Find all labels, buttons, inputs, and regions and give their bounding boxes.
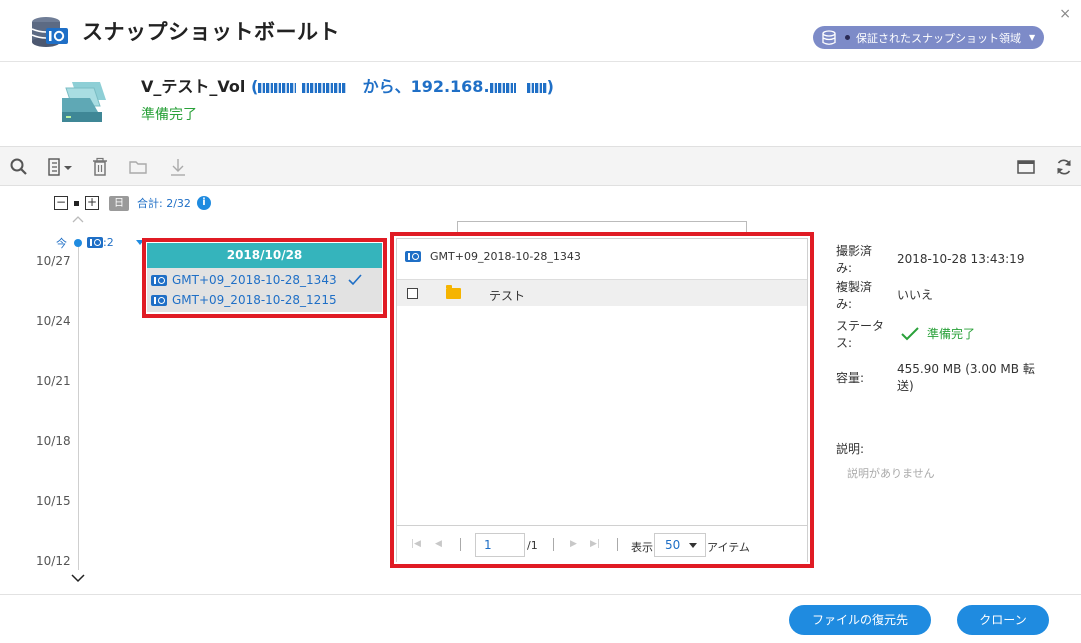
snapshot-total: 合計: 2/32 bbox=[137, 197, 191, 210]
snapshot-vault-app-icon bbox=[31, 17, 68, 47]
download-icon[interactable] bbox=[168, 157, 188, 177]
page-total: /1 bbox=[527, 539, 538, 552]
previous-page-icon[interactable]: ◀ bbox=[435, 539, 442, 549]
vault-selector-dropdown[interactable]: 保証されたスナップショット領域 ▼ bbox=[813, 26, 1044, 49]
info-icon[interactable]: i bbox=[196, 196, 211, 210]
page-number-input[interactable]: 1 bbox=[475, 533, 525, 557]
snapshot-item-label: GMT+09_2018-10-28_1215 bbox=[172, 293, 337, 307]
window-title: スナップショットボールト bbox=[82, 20, 340, 44]
first-page-icon[interactable]: |◀ bbox=[411, 539, 421, 549]
row-checkbox[interactable] bbox=[407, 288, 418, 299]
sort-menu-icon[interactable] bbox=[46, 157, 74, 177]
description-value: 説明がありません bbox=[847, 467, 935, 480]
pagination-bar: |◀ ◀ 1 /1 ▶ ▶| 表示 50 アイテム bbox=[397, 525, 807, 562]
snapshot-icon bbox=[151, 294, 167, 306]
trash-icon[interactable] bbox=[90, 157, 110, 177]
status-value: 準備完了 bbox=[901, 325, 975, 342]
status-dot bbox=[845, 35, 850, 40]
redacted-text bbox=[489, 82, 516, 93]
taken-value: 2018-10-28 13:43:19 bbox=[897, 252, 1025, 266]
divider bbox=[617, 538, 618, 551]
volume-title: V_テスト_Vol ( から、192.168. ) bbox=[141, 73, 554, 97]
divider bbox=[553, 538, 554, 551]
snapshot-item[interactable]: GMT+09_2018-10-28_1343 bbox=[151, 273, 337, 287]
vault-selector-label: 保証されたスナップショット領域 bbox=[856, 31, 1021, 45]
snapshot-item-label: GMT+09_2018-10-28_1343 bbox=[172, 273, 337, 287]
title-bar: スナップショットボールト × 保証されたスナップショット領域 ▼ bbox=[0, 0, 1081, 62]
timeline-snapshot-marker[interactable]: :2 bbox=[87, 236, 114, 249]
footer-bar: ファイルの復元先 クローン bbox=[0, 594, 1081, 643]
page-size-select[interactable]: 50 bbox=[654, 533, 706, 557]
show-label: 表示 bbox=[631, 541, 653, 554]
snapshot-item[interactable]: GMT+09_2018-10-28_1215 bbox=[151, 293, 337, 307]
timeline-date: 10/27 bbox=[36, 254, 71, 268]
window-icon[interactable] bbox=[1016, 157, 1036, 177]
chevron-down-icon bbox=[689, 543, 697, 548]
snapshot-icon bbox=[405, 251, 421, 262]
volume-source: ( から、192.168. ) bbox=[250, 77, 554, 96]
page-size-value: 50 bbox=[665, 538, 681, 552]
file-browser-snapshot-name: GMT+09_2018-10-28_1343 bbox=[430, 250, 581, 263]
timeline-date: 10/21 bbox=[36, 374, 71, 388]
day-view-badge[interactable]: 日 bbox=[109, 195, 129, 211]
folder-icon[interactable] bbox=[128, 157, 148, 177]
timeline-axis bbox=[78, 243, 79, 570]
zoom-in-button[interactable]: + bbox=[85, 196, 99, 210]
last-page-icon[interactable]: ▶| bbox=[590, 539, 600, 549]
chevron-up-icon[interactable] bbox=[72, 213, 84, 225]
timeline-date: 10/18 bbox=[36, 434, 71, 448]
chevron-down-icon[interactable] bbox=[70, 572, 86, 584]
snapshot-list-date: 2018/10/28 bbox=[147, 243, 382, 268]
file-row-name: テスト bbox=[489, 289, 526, 303]
items-label: アイテム bbox=[707, 541, 750, 554]
timeline-now-label: 今 bbox=[56, 237, 67, 250]
database-icon bbox=[822, 29, 836, 45]
file-row[interactable]: テスト bbox=[397, 279, 807, 306]
replicated-label: 複製済み: bbox=[836, 280, 873, 311]
capacity-value: 455.90 MB (3.00 MB 転送) bbox=[897, 362, 1035, 393]
volume-name: V_テスト_Vol bbox=[141, 77, 246, 96]
folder-icon bbox=[446, 285, 461, 299]
check-icon bbox=[901, 326, 919, 340]
clone-button[interactable]: クローン bbox=[957, 605, 1049, 635]
check-icon bbox=[348, 274, 362, 286]
file-browser-title: GMT+09_2018-10-28_1343 bbox=[405, 250, 581, 263]
search-icon[interactable] bbox=[9, 157, 29, 177]
next-page-icon[interactable]: ▶ bbox=[570, 539, 577, 549]
timeline-date: 10/24 bbox=[36, 314, 71, 328]
zoom-level-indicator bbox=[74, 200, 79, 206]
snapshot-icon bbox=[151, 274, 167, 286]
toolbar bbox=[0, 146, 1081, 186]
volume-status: 準備完了 bbox=[141, 107, 197, 123]
redacted-text bbox=[526, 82, 547, 93]
chevron-down-icon: ▼ bbox=[1029, 33, 1036, 42]
file-browser: GMT+09_2018-10-28_1343 テスト |◀ ◀ 1 /1 ▶ ▶… bbox=[396, 238, 808, 562]
zoom-out-button[interactable]: − bbox=[54, 196, 68, 210]
close-icon[interactable]: × bbox=[1059, 6, 1071, 22]
snapshot-icon bbox=[87, 237, 103, 248]
capacity-label: 容量: bbox=[836, 371, 865, 385]
status-label: ステータス: bbox=[836, 319, 885, 350]
timeline-date: 10/12 bbox=[36, 554, 71, 568]
timeline-date: 10/15 bbox=[36, 494, 71, 508]
replicated-value: いいえ bbox=[897, 288, 934, 302]
volume-icon bbox=[62, 82, 106, 122]
status-text: 準備完了 bbox=[927, 327, 976, 341]
divider bbox=[460, 538, 461, 551]
timeline-controls: − + 日 合計: 2/32 i bbox=[54, 195, 211, 211]
timeline-node[interactable] bbox=[74, 239, 82, 247]
snapshot-list: GMT+09_2018-10-28_1343 GMT+09_2018-10-28… bbox=[147, 268, 382, 312]
restore-files-button[interactable]: ファイルの復元先 bbox=[789, 605, 931, 635]
description-label: 説明: bbox=[836, 442, 865, 456]
redacted-text bbox=[258, 82, 297, 93]
redacted-text bbox=[301, 82, 346, 93]
timeline-snapshot-count: :2 bbox=[103, 236, 114, 249]
taken-label: 撮影済み: bbox=[836, 244, 873, 275]
refresh-icon[interactable] bbox=[1054, 157, 1074, 177]
